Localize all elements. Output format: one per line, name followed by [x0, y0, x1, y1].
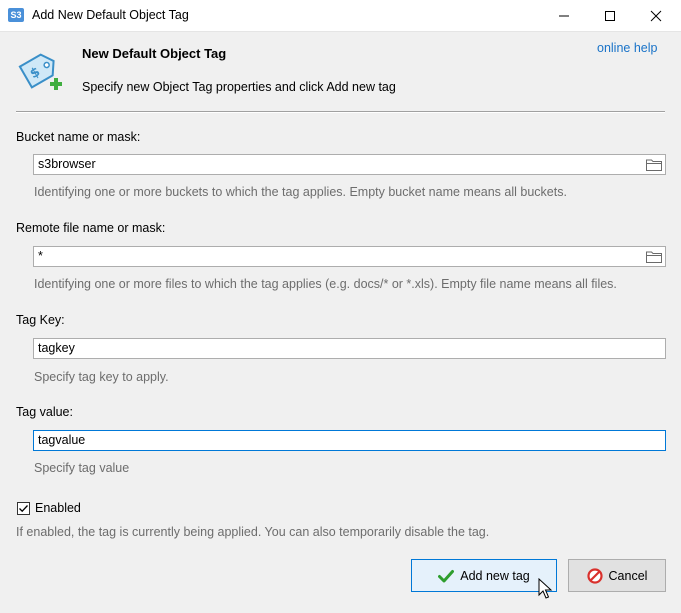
bucket-label: Bucket name or mask:: [16, 130, 141, 144]
bucket-hint: Identifying one or more buckets to which…: [34, 185, 567, 199]
maximize-icon: [605, 10, 615, 21]
minimize-icon: [559, 15, 569, 16]
cancel-icon: [586, 567, 603, 584]
tag-value-input-value: tagvalue: [38, 433, 86, 447]
add-new-tag-button[interactable]: Add new tag: [411, 559, 557, 592]
cancel-label: Cancel: [608, 568, 648, 583]
cancel-button[interactable]: Cancel: [568, 559, 666, 592]
dialog-heading: New Default Object Tag: [82, 46, 227, 61]
tag-key-input[interactable]: tagkey: [33, 338, 666, 359]
tag-value-hint: Specify tag value: [34, 461, 130, 475]
tag-key-input-value: tagkey: [38, 341, 75, 355]
maximize-button[interactable]: [587, 0, 633, 31]
window-title: Add New Default Object Tag: [32, 8, 189, 22]
green-check-icon: [438, 569, 455, 582]
close-icon: [650, 10, 662, 21]
enabled-checkbox[interactable]: [17, 502, 30, 515]
remote-file-input[interactable]: *: [33, 246, 666, 267]
app-icon: S3: [8, 8, 24, 22]
minimize-button[interactable]: [541, 0, 587, 31]
tag-value-input[interactable]: tagvalue: [33, 430, 666, 451]
tag-key-label: Tag Key:: [16, 313, 65, 327]
tag-key-hint: Specify tag key to apply.: [34, 370, 169, 384]
folder-icon[interactable]: [645, 249, 663, 264]
mouse-pointer-icon: [538, 578, 553, 599]
bucket-input[interactable]: s3browser: [33, 154, 666, 175]
add-new-tag-label: Add new tag: [460, 568, 530, 583]
folder-icon[interactable]: [645, 157, 663, 172]
tag-add-icon: $: [18, 53, 62, 90]
close-button[interactable]: [633, 0, 679, 31]
online-help-link[interactable]: online help: [597, 41, 657, 55]
remote-file-input-value: *: [38, 249, 43, 263]
enabled-label[interactable]: Enabled: [35, 501, 81, 515]
checkmark-icon: [19, 505, 28, 513]
bucket-input-value: s3browser: [38, 157, 96, 171]
enabled-hint: If enabled, the tag is currently being a…: [16, 525, 490, 539]
dialog-subtitle: Specify new Object Tag properties and cl…: [82, 80, 396, 94]
header-separator: [16, 111, 665, 113]
tag-value-label: Tag value:: [16, 405, 73, 419]
remote-file-hint: Identifying one or more files to which t…: [34, 277, 617, 291]
title-bar: S3 Add New Default Object Tag: [0, 0, 681, 32]
remote-file-label: Remote file name or mask:: [16, 221, 166, 235]
